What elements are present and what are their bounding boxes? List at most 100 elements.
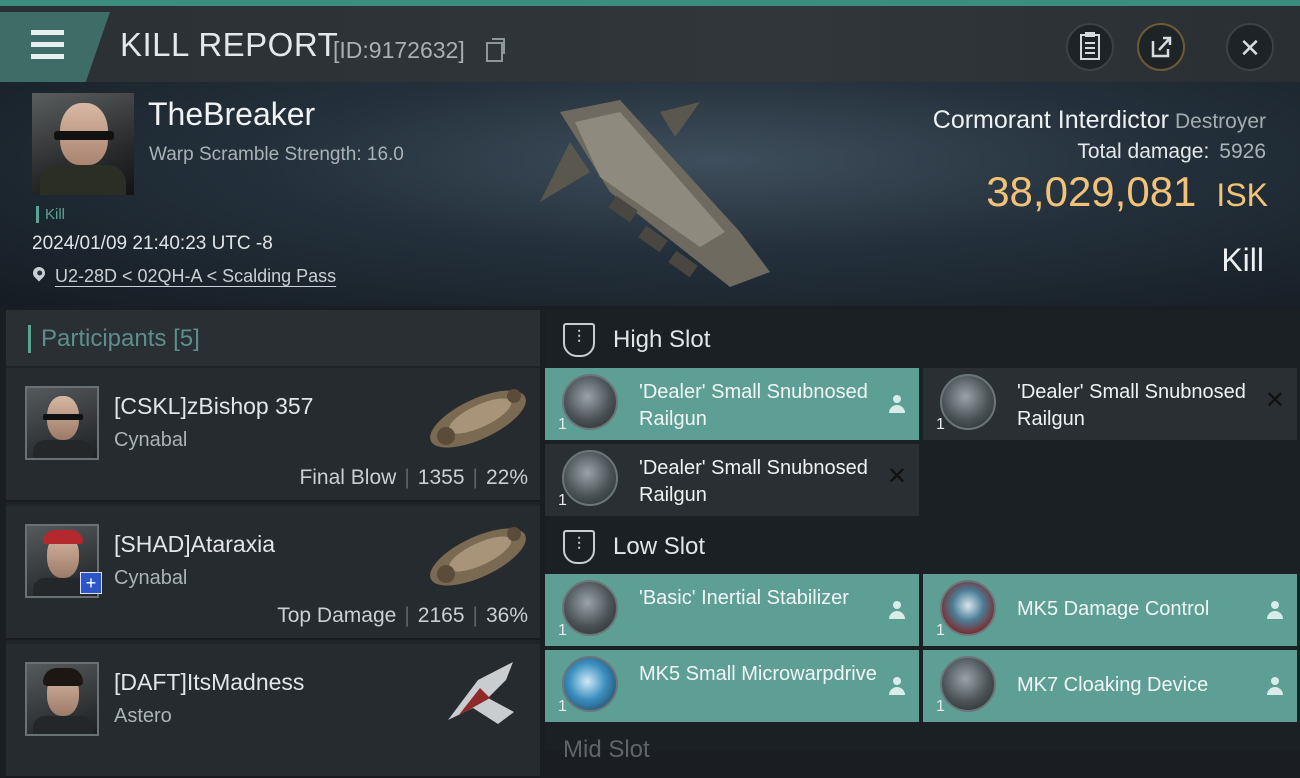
close-icon: ✕ [1239, 33, 1261, 63]
participants-count: [5] [173, 325, 200, 352]
kill-datetime: 2024/01/09 21:40:23 UTC -8 [32, 233, 273, 254]
participant-name: [CSKL]zBishop 357 [114, 393, 314, 419]
participant-name: [DAFT]ItsMadness [114, 669, 305, 695]
isk-value: 38,029,081 ISK [986, 168, 1268, 216]
person-icon [889, 601, 905, 619]
module-name: MK5 Small Microwarpdrive [639, 663, 877, 685]
module-item[interactable]: 1 'Dealer' Small Snubnosed Railgun ✕ [923, 368, 1297, 440]
menu-icon [25, 30, 64, 60]
module-qty: 1 [936, 622, 945, 639]
participant-row[interactable]: + [SHAD]Ataraxia Cynabal Top Damage | 2165… [6, 506, 540, 640]
ship-name: Cormorant Interdictor [932, 106, 1169, 134]
module-qty: 1 [936, 698, 945, 715]
low-slot-label: Low Slot [613, 533, 706, 560]
slot-shield-icon [563, 530, 595, 564]
inertial-stabilizer-icon [562, 580, 618, 636]
person-icon [889, 677, 905, 695]
participants-title: Participants [5] [28, 325, 200, 353]
participant-ship-image [448, 662, 514, 724]
kill-result: Kill [1221, 242, 1264, 278]
victim-ship-image [540, 100, 770, 287]
clipboard-icon [1080, 32, 1100, 60]
module-name: 'Dealer' Small Snubnosed Railgun [639, 457, 868, 506]
isk-amount: 38,029,081 [986, 168, 1197, 215]
fitting-panel[interactable]: High Slot 1 'Dealer' Small Snubnosed Rai… [545, 310, 1300, 763]
participant-percent: 22% [485, 466, 528, 489]
microwarpdrive-icon [562, 656, 618, 712]
module-item[interactable]: 1 MK5 Damage Control [923, 574, 1297, 646]
module-item[interactable]: 1 MK5 Small Microwarpdrive [545, 650, 919, 722]
participant-row[interactable]: [CSKL]zBishop 357 Cynabal Final Blow | 135… [6, 368, 540, 502]
participant-ship: Cynabal [114, 429, 188, 451]
railgun-icon [562, 450, 618, 506]
victim-avatar[interactable] [32, 93, 134, 195]
location-pin-icon [30, 264, 48, 282]
module-item[interactable]: 1 'Dealer' Small Snubnosed Railgun [545, 368, 919, 440]
location-link[interactable]: U2-28D < 02QH-A < Scalding Pass [55, 266, 336, 287]
module-qty: 1 [558, 416, 567, 433]
total-damage-label: Total damage: [1077, 140, 1210, 163]
module-item[interactable]: 1 'Dealer' Small Snubnosed Railgun ✕ [545, 444, 919, 516]
participants-label: Participants [41, 325, 167, 352]
module-name: 'Basic' Inertial Stabilizer [639, 587, 849, 609]
module-qty: 1 [558, 698, 567, 715]
cloaking-device-icon [940, 656, 996, 712]
high-slot-label: High Slot [613, 326, 711, 353]
person-icon [889, 395, 905, 413]
participant-ship-image [430, 389, 526, 448]
module-item[interactable]: 1 MK7 Cloaking Device [923, 650, 1297, 722]
page-title: KILL REPORT [120, 26, 339, 63]
module-item[interactable]: 1 'Basic' Inertial Stabilizer [545, 574, 919, 646]
isk-unit: ISK [1216, 177, 1268, 213]
participant-ship-image [430, 527, 526, 586]
participants-header: Participants [5] [6, 310, 540, 366]
close-button[interactable]: ✕ [1226, 23, 1274, 71]
module-name: MK5 Damage Control [1017, 598, 1210, 620]
module-name: 'Dealer' Small Snubnosed Railgun [639, 381, 868, 430]
menu-button[interactable] [0, 12, 110, 82]
plus-badge-icon: + [80, 572, 102, 594]
participant-damage: 2165 [417, 604, 465, 627]
victim-panel: TheBreaker Warp Scramble Strength: 16.0 … [0, 82, 1300, 306]
clipboard-button[interactable] [1066, 23, 1114, 71]
participant-role: Final Blow [299, 466, 397, 489]
participant-avatar[interactable] [25, 662, 99, 736]
destroyed-icon: ✕ [886, 463, 907, 490]
module-qty: 1 [558, 622, 567, 639]
person-icon [1267, 677, 1283, 695]
participants-panel[interactable]: Participants [5] [CSKL]zBishop 357 Cynab… [6, 310, 540, 778]
participant-name: [SHAD]Ataraxia [114, 531, 276, 557]
railgun-icon [562, 374, 618, 430]
kill-tag: Kill [36, 206, 65, 223]
participant-damage: 1355 [417, 466, 465, 489]
participant-avatar[interactable] [25, 386, 99, 460]
participant-stats: Top Damage | 2165 | 36% [277, 604, 528, 627]
top-bar: KILL REPORT [ID:9172632] ✕ [0, 0, 1300, 82]
damage-control-icon [940, 580, 996, 636]
participant-ship: Cynabal [114, 567, 188, 589]
warp-scramble-strength: Warp Scramble Strength: 16.0 [149, 144, 404, 165]
total-damage: Total damage: 5926 [1077, 140, 1266, 164]
module-qty: 1 [936, 416, 945, 433]
participant-row[interactable]: [DAFT]ItsMadness Astero [6, 644, 540, 778]
total-damage-value: 5926 [1219, 140, 1266, 163]
participant-ship: Astero [114, 705, 172, 727]
report-id: [ID:9172632] [333, 37, 465, 63]
participant-role: Top Damage [277, 604, 397, 627]
participant-stats: Final Blow | 1355 | 22% [299, 466, 528, 489]
copy-icon[interactable] [486, 38, 505, 62]
railgun-icon [940, 374, 996, 430]
module-name: MK7 Cloaking Device [1017, 674, 1209, 696]
module-qty: 1 [558, 492, 567, 509]
module-name: 'Dealer' Small Snubnosed Railgun [1017, 381, 1246, 430]
person-icon [1267, 601, 1283, 619]
slot-shield-icon [563, 323, 595, 357]
victim-name[interactable]: TheBreaker [148, 96, 315, 133]
share-button[interactable] [1137, 23, 1185, 71]
destroyed-icon: ✕ [1264, 387, 1285, 414]
share-icon [1151, 36, 1172, 58]
ship-class: Destroyer [1174, 110, 1266, 133]
participant-percent: 36% [485, 604, 528, 627]
victim-ship[interactable]: Cormorant Interdictor Destroyer [933, 106, 1266, 135]
mid-slot-header: Mid Slot [563, 736, 650, 764]
